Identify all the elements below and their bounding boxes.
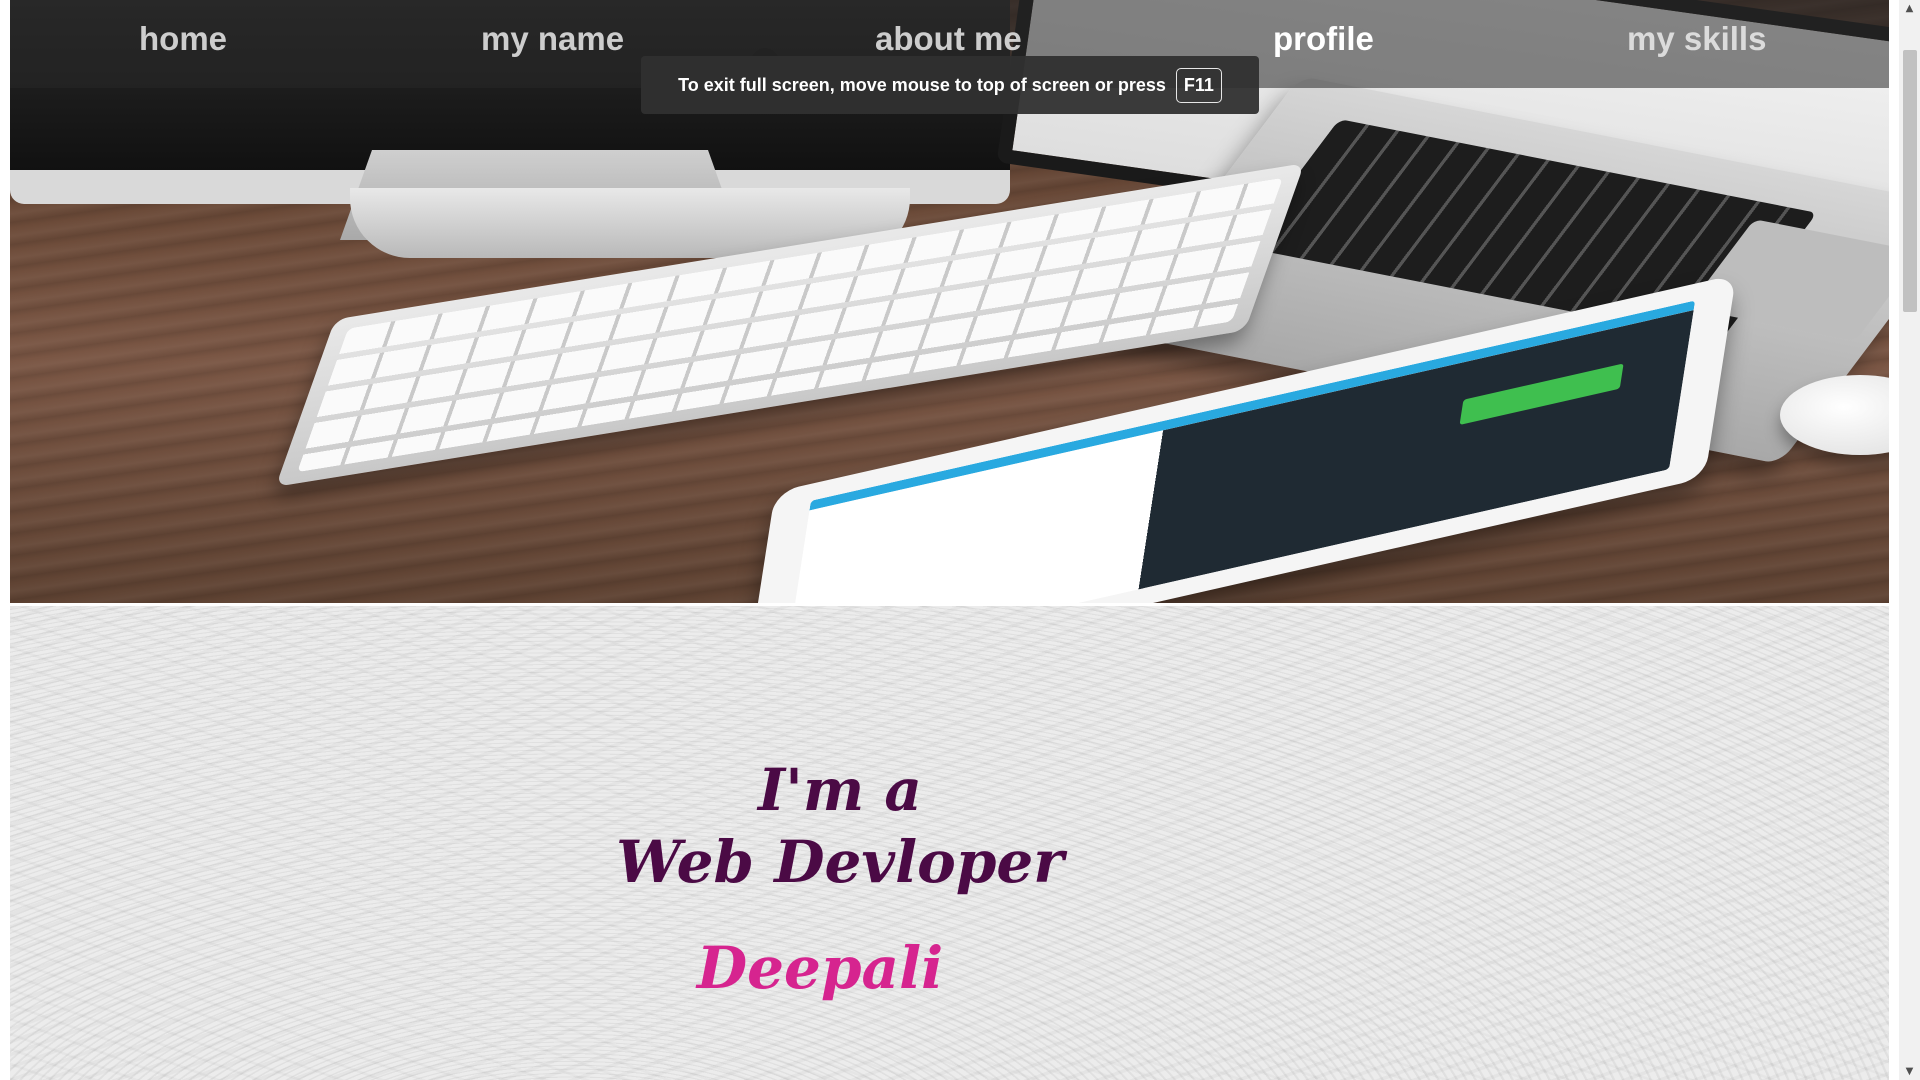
intro-heading-line2: Web Devloper (616, 828, 1064, 896)
nav-link-my-skills[interactable]: my skills (1627, 20, 1766, 58)
fullscreen-exit-toast: To exit full screen, move mouse to top o… (641, 56, 1259, 114)
tablet-button-graphic (1459, 363, 1624, 425)
intro-heading-line1: I'm a (757, 756, 923, 824)
triangle-up-icon[interactable]: ▲ (1899, 0, 1920, 17)
nav-link-about-me[interactable]: about me (875, 20, 1022, 58)
toast-message: To exit full screen, move mouse to top o… (678, 74, 1166, 95)
toast-key-badge: F11 (1175, 67, 1222, 103)
nav-link-profile[interactable]: profile (1273, 20, 1374, 58)
nav-link-home[interactable]: home (139, 20, 227, 58)
intro-name: Deepali (696, 934, 944, 1002)
scrollbar-thumb[interactable] (1903, 50, 1917, 312)
nav-link-my-name[interactable]: my name (481, 20, 624, 58)
triangle-down-icon[interactable]: ▼ (1899, 1063, 1920, 1080)
intro-section: I'm a Web Devloper Deepali (10, 606, 1889, 1080)
page: home my name about me profile my skills … (10, 0, 1889, 1080)
vertical-scrollbar[interactable]: ▲ ▼ (1899, 0, 1920, 1080)
